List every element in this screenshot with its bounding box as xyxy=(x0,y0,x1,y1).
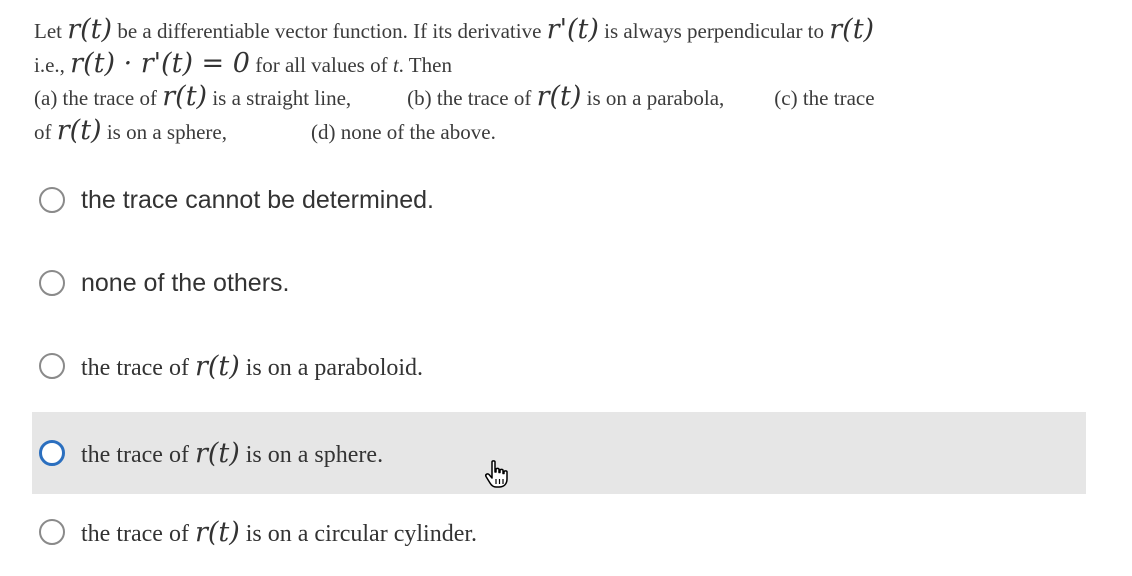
math-r-t: r(t) xyxy=(194,350,240,382)
option-label: none of the others. xyxy=(81,268,290,297)
math-dot-product-expression: r(t) · r'(t) = 0 xyxy=(70,47,250,79)
math-r-t: r(t) xyxy=(162,81,208,112)
answer-option-sphere[interactable]: the trace of r(t) is on a sphere. xyxy=(32,412,1086,494)
question-line-1: Let r(t) be a differentiable vector func… xyxy=(34,14,875,45)
hand-pointer-icon xyxy=(485,460,508,488)
math-r-t: r(t) xyxy=(194,516,240,548)
answer-option-cannot-be-determined[interactable]: the trace cannot be determined. xyxy=(32,159,1086,241)
option-label: the trace of r(t) is on a sphere. xyxy=(81,437,384,469)
math-r-t: r(t) xyxy=(536,81,582,112)
math-r-t: r(t) xyxy=(67,14,113,45)
option-label: the trace of r(t) is on a circular cylin… xyxy=(81,516,478,548)
answer-option-none-of-the-others[interactable]: none of the others. xyxy=(32,242,1086,324)
question-text: Let r(t) be a differentiable vector func… xyxy=(34,14,1094,148)
radio-circle-icon[interactable] xyxy=(39,187,65,213)
question-line-4: of r(t) is on a sphere, (d) none of the a… xyxy=(34,114,496,146)
math-r-t: r(t) xyxy=(829,14,875,45)
math-r-t: r(t) xyxy=(56,114,102,146)
radio-circle-icon[interactable] xyxy=(39,519,65,545)
option-label: the trace cannot be determined. xyxy=(81,185,435,214)
math-r-prime-t: r'(t) xyxy=(546,14,599,45)
answer-option-paraboloid[interactable]: the trace of r(t) is on a paraboloid. xyxy=(32,325,1086,407)
question-line-2: i.e., r(t) · r'(t) = 0 for all values of… xyxy=(34,47,452,79)
option-label: the trace of r(t) is on a paraboloid. xyxy=(81,350,424,382)
math-r-t: r(t) xyxy=(194,437,240,469)
answer-option-circular-cylinder[interactable]: the trace of r(t) is on a circular cylin… xyxy=(32,491,1086,573)
radio-circle-icon[interactable] xyxy=(39,270,65,296)
radio-circle-icon[interactable] xyxy=(39,440,65,466)
radio-circle-icon[interactable] xyxy=(39,353,65,379)
question-line-3: (a) the trace of r(t) is a straight line… xyxy=(34,81,875,112)
